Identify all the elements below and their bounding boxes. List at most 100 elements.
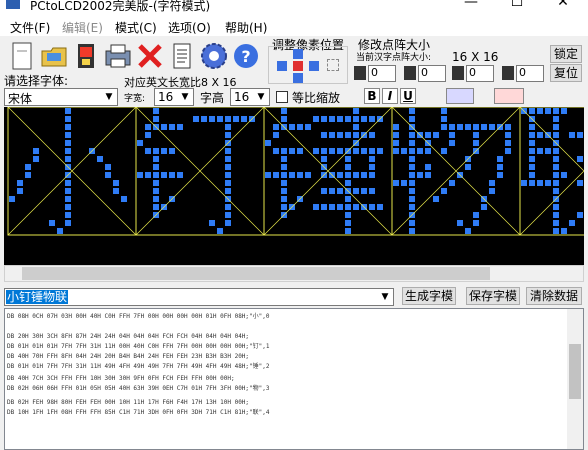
pixel-on[interactable] xyxy=(553,132,559,138)
pixel-on[interactable] xyxy=(409,164,415,170)
pixel-on[interactable] xyxy=(409,156,415,162)
pixel-on[interactable] xyxy=(121,196,127,202)
pixel-on[interactable] xyxy=(409,108,415,114)
width-right-spinner[interactable]: 0 xyxy=(418,65,446,82)
pixel-on[interactable] xyxy=(361,148,367,154)
lock-button[interactable]: 锁定 xyxy=(550,45,582,63)
glyph-grid[interactable] xyxy=(4,107,584,265)
generate-button[interactable]: 生成字模 xyxy=(402,287,456,305)
pixel-on[interactable] xyxy=(169,124,175,130)
pixel-on[interactable] xyxy=(345,204,351,210)
pixel-on[interactable] xyxy=(297,148,303,154)
pixel-on[interactable] xyxy=(409,188,415,194)
pixel-on[interactable] xyxy=(577,180,583,186)
pixel-on[interactable] xyxy=(449,140,455,146)
pixel-on[interactable] xyxy=(217,228,223,234)
pixel-on[interactable] xyxy=(321,156,327,162)
pixel-on[interactable] xyxy=(409,132,415,138)
pixel-on[interactable] xyxy=(529,124,535,130)
pixel-on[interactable] xyxy=(377,204,383,210)
pixel-on[interactable] xyxy=(553,212,559,218)
pixel-on[interactable] xyxy=(441,148,447,154)
pixel-on[interactable] xyxy=(25,172,31,178)
pixel-on[interactable] xyxy=(65,156,71,162)
save-font-button[interactable]: 保存字模 xyxy=(466,287,520,305)
pixel-on[interactable] xyxy=(161,148,167,154)
clear-button[interactable]: 清除数据 xyxy=(526,287,582,305)
pixel-on[interactable] xyxy=(273,148,279,154)
pixel-on[interactable] xyxy=(65,124,71,130)
underline-button[interactable]: U xyxy=(400,88,416,104)
pixel-on[interactable] xyxy=(225,156,231,162)
height-bottom-spinner[interactable]: 0 xyxy=(516,65,544,82)
pixel-on[interactable] xyxy=(561,228,567,234)
pixel-on[interactable] xyxy=(289,172,295,178)
pixel-on[interactable] xyxy=(417,148,423,154)
pixel-on[interactable] xyxy=(321,148,327,154)
pixel-on[interactable] xyxy=(345,132,351,138)
pixel-on[interactable] xyxy=(529,180,535,186)
output-textarea[interactable]: DB 08H 0CH 07H 03H 00H 40H C0H FFH 7FH 0… xyxy=(4,308,584,450)
center-icon[interactable] xyxy=(293,61,303,71)
pixel-on[interactable] xyxy=(441,116,447,122)
pixel-on[interactable] xyxy=(337,132,343,138)
pixel-on[interactable] xyxy=(153,164,159,170)
pixel-on[interactable] xyxy=(225,188,231,194)
pixel-on[interactable] xyxy=(145,172,151,178)
pixel-on[interactable] xyxy=(553,148,559,154)
pixel-on[interactable] xyxy=(417,172,423,178)
pixel-on[interactable] xyxy=(529,164,535,170)
pixel-on[interactable] xyxy=(473,212,479,218)
pixel-on[interactable] xyxy=(561,172,567,178)
pixel-on[interactable] xyxy=(153,156,159,162)
pixel-on[interactable] xyxy=(529,108,535,114)
pixel-on[interactable] xyxy=(225,116,231,122)
pixel-on[interactable] xyxy=(457,220,463,226)
pixel-on[interactable] xyxy=(145,148,151,154)
menu-help[interactable]: 帮助(H) xyxy=(225,19,267,36)
expand-left-icon[interactable] xyxy=(404,66,416,80)
pixel-on[interactable] xyxy=(281,204,287,210)
pixel-on[interactable] xyxy=(497,156,503,162)
pixel-on[interactable] xyxy=(473,140,479,146)
pixel-on[interactable] xyxy=(169,148,175,154)
pixel-on[interactable] xyxy=(281,116,287,122)
pixel-on[interactable] xyxy=(305,124,311,130)
pixel-on[interactable] xyxy=(145,132,151,138)
pixel-canvas[interactable] xyxy=(4,107,584,265)
pixel-on[interactable] xyxy=(65,116,71,122)
pixel-on[interactable] xyxy=(553,188,559,194)
pixel-on[interactable] xyxy=(497,172,503,178)
pixel-on[interactable] xyxy=(225,132,231,138)
pixel-on[interactable] xyxy=(65,212,71,218)
pixel-on[interactable] xyxy=(401,148,407,154)
pixel-on[interactable] xyxy=(529,172,535,178)
output-scrollbar[interactable] xyxy=(567,309,583,449)
pixel-on[interactable] xyxy=(65,196,71,202)
pixel-on[interactable] xyxy=(345,212,351,218)
pixel-on[interactable] xyxy=(225,164,231,170)
pixel-on[interactable] xyxy=(393,180,399,186)
output-scroll-thumb[interactable] xyxy=(569,344,581,399)
pixel-on[interactable] xyxy=(281,172,287,178)
pixel-on[interactable] xyxy=(369,116,375,122)
pixel-on[interactable] xyxy=(105,164,111,170)
pixel-on[interactable] xyxy=(153,108,159,114)
pixel-on[interactable] xyxy=(433,132,439,138)
restore-button[interactable]: 复位 xyxy=(550,64,582,82)
pixel-on[interactable] xyxy=(345,172,351,178)
pixel-on[interactable] xyxy=(321,204,327,210)
pixel-on[interactable] xyxy=(465,164,471,170)
pixel-on[interactable] xyxy=(313,116,319,122)
pixel-on[interactable] xyxy=(505,140,511,146)
menu-mode[interactable]: 模式(C) xyxy=(115,19,157,36)
pixel-on[interactable] xyxy=(337,148,343,154)
pixel-on[interactable] xyxy=(553,228,559,234)
pixel-on[interactable] xyxy=(17,188,23,194)
pixel-on[interactable] xyxy=(537,108,543,114)
open-folder-icon[interactable] xyxy=(38,40,70,72)
pixel-on[interactable] xyxy=(545,108,551,114)
pixel-on[interactable] xyxy=(369,172,375,178)
pixel-on[interactable] xyxy=(113,188,119,194)
mirror-icon[interactable] xyxy=(494,88,524,104)
